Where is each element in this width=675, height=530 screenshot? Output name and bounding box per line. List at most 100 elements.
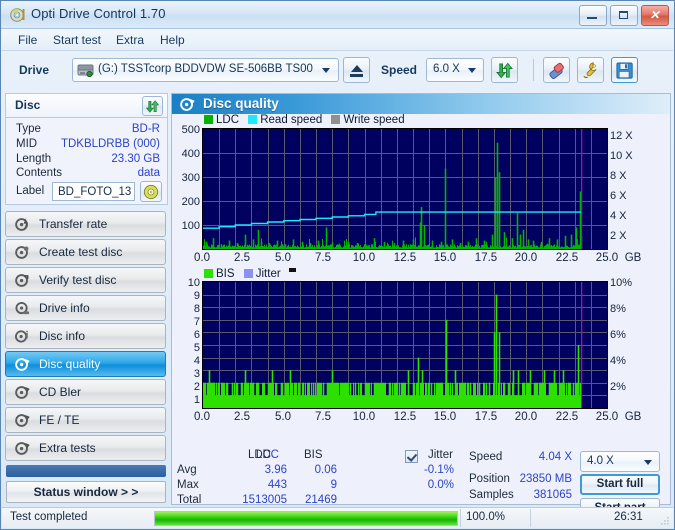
refresh-button[interactable]	[491, 57, 518, 83]
bottom-chart-xtick-7_5: 7.5	[315, 411, 331, 423]
sidebar-item-disc-quality[interactable]: Disc quality	[5, 351, 166, 377]
top-chart-xtick-7_5: 7.5	[315, 252, 331, 264]
save-button[interactable]	[611, 57, 638, 83]
disc-quality-icon	[15, 358, 30, 371]
disc-refresh-button[interactable]	[142, 96, 163, 116]
content-header: Disc quality	[172, 94, 670, 114]
drive-toolbar: Drive (G:) TSSTcorp BDDVDW SE-506BB TS00…	[2, 51, 673, 91]
disc-field-mid-value: TDKBLDRBB (000)	[60, 138, 160, 150]
bottom-chart-ytick-10: 10	[187, 277, 200, 289]
speed-select[interactable]: 6.0 X	[426, 58, 484, 82]
sidebar-item-label: Disc quality	[39, 357, 101, 371]
eject-button[interactable]	[343, 57, 370, 83]
toolbar-divider	[533, 59, 534, 81]
sidebar-item-verify-test-disc[interactable]: Verify test disc	[5, 267, 166, 293]
top-chart-xtick-12_5: 12.5	[393, 252, 417, 264]
stats-header-ldc: LDC	[248, 449, 272, 461]
drive-value: (G:) TSSTcorp BDDVDW SE-506BB TS00	[98, 63, 313, 75]
close-button[interactable]: ✕	[641, 5, 669, 26]
stats-panel: LDC LDC BIS Jitter Avg 3.96 0.06 -0.1% M…	[172, 449, 670, 519]
sidebar-item-cd-bler[interactable]: CD Bler	[5, 379, 166, 405]
legend-swatch-jitter	[243, 269, 253, 278]
legend-label-jitter: Jitter	[255, 268, 281, 280]
top-chart-ytick-200: 200	[181, 196, 200, 208]
bottom-chart-xtick-12_5: 12.5	[393, 411, 417, 423]
erase-button[interactable]	[543, 57, 570, 83]
disc-fete-icon	[15, 414, 30, 427]
bottom-chart-y2tick-4pct: 4%	[610, 355, 626, 367]
sidebar-item-label: Create test disc	[39, 245, 123, 259]
sidebar-item-extra-tests[interactable]: Extra tests	[5, 435, 166, 461]
status-window-button[interactable]: Status window > >	[6, 481, 166, 503]
menu-item-help[interactable]: Help	[154, 32, 191, 48]
bottom-chart-xtick-20: 20.0	[514, 411, 538, 423]
top-chart-y2tick-2x: 2 X	[610, 230, 627, 242]
disc-field-mid-key: MID	[16, 138, 38, 150]
stats-max-bis: 9	[330, 479, 337, 491]
bottom-chart-ytick-5: 5	[193, 342, 200, 354]
maximize-button[interactable]	[610, 5, 638, 26]
top-chart-xtick-2_5: 2.5	[234, 252, 250, 264]
drive-icon	[77, 64, 94, 78]
disc-burn-icon	[15, 246, 29, 259]
resize-grip-icon[interactable]	[660, 516, 670, 526]
chevron-down-icon	[644, 460, 652, 465]
top-chart-ytick-100: 100	[181, 220, 200, 232]
sidebar-item-drive-info[interactable]: Drive info	[5, 295, 166, 321]
minimize-button[interactable]	[579, 5, 607, 26]
left-panel: Disc Type BD-R MID TDKBLDRBB (000) Lengt…	[5, 93, 168, 505]
menu-item-start-test[interactable]: Start test	[47, 32, 107, 48]
bottom-chart-xtick-2_5: 2.5	[234, 411, 250, 423]
test-speed-select[interactable]: 4.0 X	[580, 451, 660, 472]
disc-label-value: BD_FOTO_13	[58, 186, 132, 198]
sidebar-item-label: Disc info	[39, 329, 86, 343]
bottom-chart-ytick-8: 8	[193, 303, 200, 315]
sidebar-item-disc-info[interactable]: Disc info	[5, 323, 166, 349]
sidebar-item-transfer-rate[interactable]: Transfer rate	[5, 211, 166, 237]
refresh-icon	[145, 100, 160, 113]
stats-position-value: 23850 MB	[519, 473, 572, 485]
menu-item-extra[interactable]: Extra	[110, 32, 150, 48]
tools-icon	[583, 62, 597, 79]
top-chart-ytick-400: 400	[181, 148, 200, 160]
top-chart-xtick-10: 10.0	[352, 252, 376, 264]
start-full-button[interactable]: Start full	[580, 474, 660, 495]
bottom-chart-canvas	[203, 282, 607, 408]
window-title: Opti Drive Control 1.70	[31, 6, 166, 21]
legend-swatch-read-speed	[248, 115, 258, 124]
top-chart-ytick-300: 300	[181, 172, 200, 184]
disc-icon-button[interactable]	[140, 181, 162, 202]
legend-swatch-bis	[204, 269, 213, 278]
legend-label-ldc: LDC	[216, 114, 240, 126]
menu-item-file[interactable]: File	[12, 32, 43, 48]
disc-field-contents-key: Contents	[16, 167, 63, 179]
drive-select[interactable]: (G:) TSSTcorp BDDVDW SE-506BB TS00	[72, 58, 339, 82]
disc-panel-header: Disc	[5, 93, 168, 117]
app-window: Opti Drive Control 1.70 ✕ File Start tes…	[0, 0, 675, 530]
bottom-chart-y2tick-2pct: 2%	[610, 381, 626, 393]
test-nav-list: Transfer rate Create test disc Verify te…	[5, 211, 168, 463]
stats-samples-value: 381065	[533, 489, 572, 501]
bottom-chart-y2tick-8pct: 8%	[610, 303, 626, 315]
sidebar-item-create-test-disc[interactable]: Create test disc	[5, 239, 166, 265]
disc-label-input[interactable]: BD_FOTO_13	[52, 182, 135, 201]
menu-bar: File Start test Extra Help	[2, 29, 673, 51]
sidebar-item-fe-te[interactable]: FE / TE	[5, 407, 166, 433]
top-chart-y2tick-6x: 6 X	[610, 190, 627, 202]
status-elapsed-cell	[530, 509, 672, 527]
top-chart-y2tick-4x: 4 X	[610, 210, 627, 222]
cd-icon	[143, 184, 159, 200]
disc-field-length-key: Length	[16, 153, 52, 165]
disc-info-icon	[15, 330, 28, 343]
tools-button[interactable]	[577, 57, 604, 83]
stats-row-total-label: Total	[177, 494, 202, 506]
bottom-chart-ytick-9: 9	[193, 290, 200, 302]
top-chart-xtick-15: 15.0	[433, 252, 457, 264]
top-chart-xtick-5: 5.0	[275, 252, 291, 264]
legend-swatch-marker	[288, 268, 296, 272]
bottom-chart-ytick-3: 3	[193, 368, 200, 380]
top-chart-plot	[202, 128, 608, 250]
jitter-checkbox[interactable]	[405, 450, 418, 463]
bottom-chart-ytick-1: 1	[193, 394, 200, 406]
charts-area: LDC Read speed Write speed 500 400 300 2…	[172, 114, 670, 449]
